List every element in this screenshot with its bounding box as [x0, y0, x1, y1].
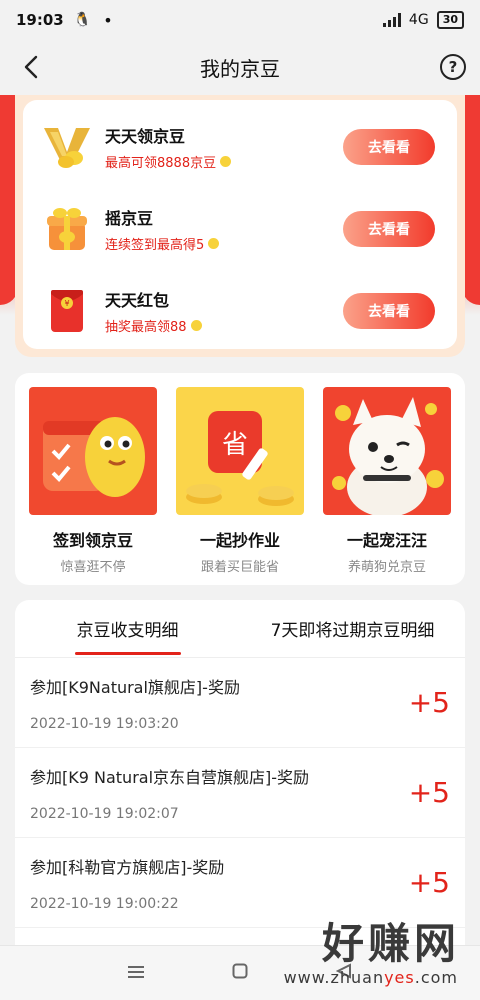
promo-title: 一起宠汪汪	[346, 531, 427, 550]
promo-pet-dog[interactable]: 一起宠汪汪 养萌狗兑京豆	[323, 387, 451, 585]
record-amount: +5	[408, 686, 450, 719]
task-subtitle-text: 抽奖最高领88	[105, 320, 187, 335]
task-title: 天天领京豆	[105, 127, 186, 146]
task-row-red-envelope: ¥ 天天红包 抽奖最高领88 去看看	[23, 270, 457, 352]
record-row[interactable]: 参加[K9 Natural京东自营旗舰店]-奖励 2022-10-19 19:0…	[15, 748, 465, 838]
bean-icon	[208, 238, 220, 249]
watermark-url-b: yes	[384, 968, 415, 987]
sign-in-bean-image	[29, 387, 157, 515]
tab-expiring[interactable]: 7天即将过期京豆明细	[240, 600, 465, 657]
task-subtitle-text: 连续签到最高得5	[105, 238, 205, 253]
bean-detail-card: 京豆收支明细 7天即将过期京豆明细 参加[K9Natural旗舰店]-奖励 20…	[15, 600, 465, 945]
tasks-list: 天天领京豆 最高可领8888京豆 去看看 摇京豆 连续签到最高得5 去看看 ¥ …	[23, 100, 457, 349]
help-icon: ?	[448, 58, 458, 76]
promo-card: 签到领京豆 惊喜逛不停 省 一起抄作业 跟着买巨能省 一起宠汪汪 养萌狗兑京豆	[15, 373, 465, 585]
status-bar: 19:03 🐧 • 4G 30	[0, 0, 480, 40]
record-title: 参加[K9 Natural京东自营旗舰店]-奖励	[30, 768, 310, 787]
promo-copy-homework[interactable]: 省 一起抄作业 跟着买巨能省	[176, 387, 304, 585]
status-right: 4G 30	[382, 11, 464, 29]
record-amount: +5	[408, 776, 450, 809]
task-title: 天天红包	[105, 291, 170, 310]
task-row-daily-bean: 天天领京豆 最高可领8888京豆 去看看	[23, 106, 457, 188]
promo-subtitle: 养萌狗兑京豆	[347, 560, 426, 575]
promo-title: 签到领京豆	[52, 531, 133, 550]
battery-icon: 30	[436, 11, 464, 29]
promo-sign-in[interactable]: 签到领京豆 惊喜逛不停	[29, 387, 157, 585]
pet-dog-image	[323, 387, 451, 515]
record-time: 2022-10-19 19:02:07	[30, 806, 179, 822]
record-time: 2022-10-19 19:03:20	[30, 716, 179, 732]
vip-bean-icon	[39, 119, 95, 175]
nav-bar: 我的京豆 ?	[0, 40, 480, 95]
network-type: 4G	[408, 12, 429, 28]
gift-box-icon	[39, 201, 95, 257]
bean-icon	[190, 320, 202, 331]
help-button[interactable]: ?	[440, 54, 466, 80]
record-amount: +5	[408, 866, 450, 899]
detail-tabs: 京豆收支明细 7天即将过期京豆明细	[15, 600, 465, 658]
go-look-button[interactable]: 去看看	[343, 129, 435, 165]
chevron-left-icon	[24, 55, 38, 79]
promo-title: 一起抄作业	[199, 531, 280, 550]
task-subtitle: 最高可领8888京豆	[105, 152, 343, 171]
back-button[interactable]	[16, 52, 46, 82]
watermark-url-a: www.zhuan	[283, 968, 385, 987]
bean-icon	[220, 156, 232, 167]
red-envelope-icon: ¥	[39, 283, 95, 339]
tab-income-expense[interactable]: 京豆收支明细	[15, 600, 240, 657]
task-row-shake-bean: 摇京豆 连续签到最高得5 去看看	[23, 188, 457, 270]
promo-subtitle: 惊喜逛不停	[60, 560, 126, 575]
save-money-image: 省	[176, 387, 304, 515]
qq-icon: 🐧	[73, 12, 92, 28]
task-subtitle: 连续签到最高得5	[105, 234, 343, 253]
task-title: 摇京豆	[105, 209, 154, 228]
record-title: 参加[K9Natural旗舰店]-奖励	[30, 678, 240, 697]
home-icon[interactable]	[230, 963, 250, 984]
tasks-card: 天天领京豆 最高可领8888京豆 去看看 摇京豆 连续签到最高得5 去看看 ¥ …	[15, 95, 465, 357]
go-look-button[interactable]: 去看看	[343, 293, 435, 329]
record-row[interactable]: 参加[K9Natural旗舰店]-奖励 2022-10-19 19:03:20 …	[15, 658, 465, 748]
menu-icon[interactable]	[126, 963, 146, 984]
svg-text:¥: ¥	[64, 299, 69, 308]
notification-dot: •	[103, 10, 113, 30]
status-time: 19:03	[16, 11, 64, 29]
signal-icon	[382, 13, 401, 27]
page-title: 我的京豆	[200, 57, 280, 81]
task-subtitle: 抽奖最高领88	[105, 316, 343, 335]
svg-text:省: 省	[222, 430, 248, 460]
watermark-url-c: .com	[414, 968, 458, 987]
watermark-url: www.zhuanyes.com	[284, 968, 458, 987]
watermark-logo: 好赚网	[321, 919, 460, 968]
go-look-button[interactable]: 去看看	[343, 211, 435, 247]
task-subtitle-text: 最高可领8888京豆	[105, 156, 217, 171]
record-title: 参加[科勒官方旗舰店]-奖励	[30, 858, 225, 877]
promo-subtitle: 跟着买巨能省	[200, 560, 279, 575]
